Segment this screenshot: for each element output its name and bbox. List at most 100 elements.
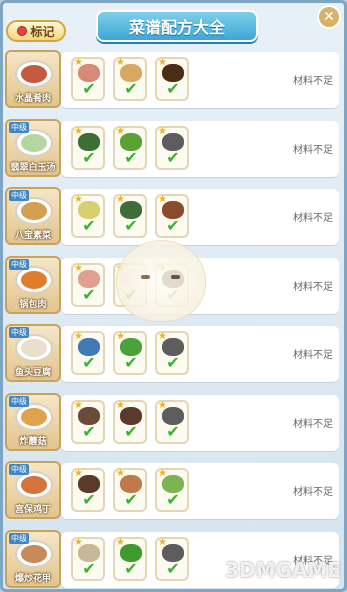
check-icon: ✔ (166, 421, 180, 441)
check-icon: ✔ (82, 421, 96, 441)
dish-name: 水晶肴肉 (14, 94, 51, 104)
dish-name: 爆炒花甲 (14, 573, 51, 584)
dish-name: 八宝素菜 (14, 231, 51, 241)
star-icon: ★ (116, 536, 125, 548)
status-text: 材料不足 (293, 487, 333, 498)
ingredient-slot[interactable]: ★✔ (71, 399, 105, 444)
status-text: 材料不足 (293, 144, 333, 156)
ingredient-slot[interactable]: ★✔ (155, 125, 189, 170)
dish-image[interactable]: 水晶肴肉 (5, 50, 61, 108)
status-text: 材料不足 (293, 418, 333, 430)
ingredient-slot[interactable]: ★✔ (71, 57, 105, 101)
check-icon: ✔ (124, 490, 138, 509)
star-icon: ★ (74, 536, 83, 548)
dish-name: 宫保鸡丁 (14, 505, 51, 515)
food-icon (21, 544, 47, 563)
ingredient-slot[interactable]: ★✔ (113, 468, 147, 512)
recipe-row[interactable]: 中级 宫保鸡丁 ★ ✔ ★ ✔ ★ ✔ 材料不足 (3, 459, 341, 521)
recipe-row[interactable]: 中级 八宝素菜 ★ ✔ ★ ✔ ★ ✔ 材料不足 (3, 185, 341, 247)
check-icon: ✔ (166, 79, 180, 98)
ingredient-slot[interactable]: ★✔ (155, 57, 189, 101)
panel-title: 菜谱配方大全 (96, 10, 258, 42)
ingredient-slot[interactable]: ★✔ (113, 536, 147, 581)
ingredient-slot[interactable]: ★✔ (71, 262, 105, 307)
check-icon: ✔ (82, 284, 96, 304)
ingredient-slot[interactable]: ★✔ (155, 468, 189, 512)
check-icon: ✔ (82, 558, 96, 578)
ingredient-slot[interactable]: ★✔ (71, 331, 105, 375)
star-icon: ★ (116, 468, 125, 479)
ingredient-slot[interactable]: ★✔ (113, 57, 147, 101)
star-icon: ★ (74, 57, 83, 68)
check-icon: ✔ (166, 147, 180, 167)
status-text: 材料不足 (293, 76, 333, 87)
dish-image[interactable]: 中级锅包肉 (5, 255, 61, 314)
level-badge: 中级 (9, 532, 29, 544)
level-badge: 中级 (9, 395, 29, 407)
food-icon (21, 133, 47, 152)
check-icon: ✔ (82, 490, 96, 509)
recipe-row[interactable]: 水晶肴肉 ★ ✔ ★ ✔ ★ ✔ 材料不足 (3, 48, 341, 110)
food-icon (21, 270, 47, 289)
food-icon (21, 407, 47, 426)
food-icon (21, 476, 47, 494)
recipe-row[interactable]: 中级 鱼头豆腐 ★ ✔ ★ ✔ ★ ✔ 材料不足 (3, 322, 341, 384)
check-icon: ✔ (166, 490, 180, 509)
ingredient-slot[interactable]: ★✔ (155, 194, 189, 238)
star-icon: ★ (158, 57, 167, 68)
ingredient-slot[interactable]: ★✔ (155, 536, 189, 581)
dish-name: 翡翠白玉汤 (10, 162, 56, 173)
status-text: 材料不足 (293, 350, 333, 361)
ingredient-slot[interactable]: ★✔ (71, 125, 105, 170)
status-text: 材料不足 (293, 213, 333, 224)
watermark-logo: 3DMGAME (225, 558, 341, 582)
status-text: 材料不足 (293, 281, 333, 293)
ingredient-slot[interactable]: ★✔ (113, 331, 147, 375)
dish-image[interactable]: 中级 宫保鸡丁 (5, 461, 61, 519)
ingredient-slot[interactable]: ★✔ (113, 194, 147, 238)
star-icon: ★ (74, 262, 83, 274)
recipe-row[interactable]: 中级 翡翠白玉汤 ★ ✔ ★ ✔ ★ ✔ 材料不足 (3, 117, 341, 179)
check-icon: ✔ (124, 353, 138, 372)
ingredient-slot[interactable]: ★✔ (71, 194, 105, 238)
star-icon: ★ (116, 194, 125, 205)
star-icon: ★ (158, 399, 167, 411)
level-badge: 中级 (9, 258, 29, 270)
dish-image[interactable]: 中级 鱼头豆腐 (5, 324, 61, 382)
dish-name: 炸蘑菇 (19, 436, 47, 447)
check-icon: ✔ (166, 216, 180, 235)
dish-image[interactable]: 中级 翡翠白玉汤 (5, 118, 61, 177)
recipe-row[interactable]: 中级 炸蘑菇 ★ ✔ ★ ✔ ★ ✔ 材料不足 (3, 391, 341, 453)
tag-button[interactable]: 标记 (6, 20, 66, 42)
check-icon: ✔ (124, 421, 138, 441)
dish-name: 锅包肉 (19, 299, 47, 310)
dish-image[interactable]: 中级炸蘑菇 (5, 392, 61, 451)
star-icon: ★ (74, 468, 83, 479)
check-icon: ✔ (166, 353, 180, 372)
red-dot-icon (17, 26, 28, 36)
food-icon (21, 202, 47, 220)
ingredient-slot[interactable]: ★✔ (155, 331, 189, 375)
star-icon: ★ (116, 125, 125, 137)
star-icon: ★ (116, 399, 125, 411)
ingredient-slot[interactable]: ★✔ (71, 536, 105, 581)
dish-image[interactable]: 中级八宝素菜 (5, 187, 61, 245)
ingredient-slot[interactable]: ★✔ (113, 399, 147, 444)
star-icon: ★ (116, 331, 125, 342)
star-icon: ★ (158, 536, 167, 548)
dish-image[interactable]: 中级爆炒花甲 (5, 529, 61, 588)
level-badge: 中级 (9, 190, 29, 201)
ingredient-slot[interactable]: ★✔ (155, 399, 189, 444)
ingredient-slot[interactable]: ★✔ (113, 125, 147, 170)
star-icon: ★ (158, 194, 167, 205)
star-icon: ★ (74, 399, 83, 411)
ingredient-slot[interactable]: ★✔ (71, 468, 105, 512)
check-icon: ✔ (166, 558, 180, 578)
star-icon: ★ (74, 125, 83, 137)
food-icon (21, 339, 47, 357)
check-icon: ✔ (82, 353, 96, 372)
check-icon: ✔ (124, 79, 138, 98)
close-button[interactable]: ✕ (317, 5, 341, 29)
dish-name: 鱼头豆腐 (14, 368, 51, 378)
food-icon (21, 65, 47, 83)
